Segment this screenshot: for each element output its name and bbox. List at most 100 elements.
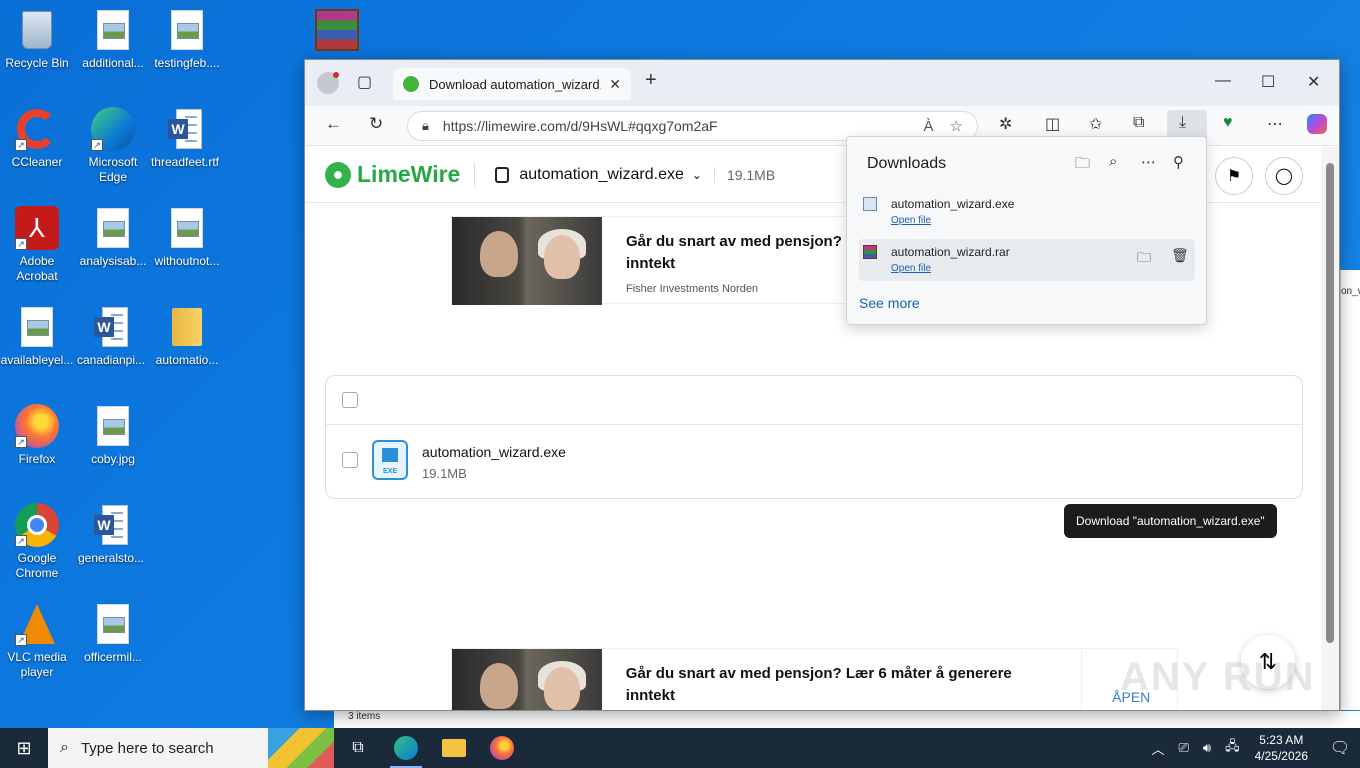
desktop-icon-label: coby.jpg xyxy=(91,452,135,466)
file-checkbox[interactable] xyxy=(342,452,358,468)
image-file-icon xyxy=(91,404,135,448)
winrar-icon xyxy=(315,8,359,52)
desktop-icon-vlc[interactable]: ↗ VLC media player xyxy=(0,602,74,680)
select-all-checkbox[interactable] xyxy=(342,392,358,408)
open-file-link[interactable]: Open file xyxy=(891,215,931,226)
limewire-logo[interactable]: LimeWire xyxy=(325,161,460,188)
downloads-more-icon[interactable]: ⋯ xyxy=(1141,153,1156,171)
taskbar-edge[interactable] xyxy=(382,728,430,768)
taskbar-file-explorer[interactable] xyxy=(430,728,478,768)
report-flag-button[interactable]: ⚑ xyxy=(1215,157,1253,195)
chevron-up-icon[interactable]: ︿ xyxy=(1151,739,1164,758)
show-in-folder-icon[interactable]: 🗀 xyxy=(1137,247,1151,271)
pin-icon[interactable]: ⚲ xyxy=(1173,153,1184,171)
word-document-icon: W xyxy=(89,305,133,349)
taskbar-search[interactable]: ⌕ Type here to search xyxy=(48,728,334,768)
anyrun-watermark: ANY RUN xyxy=(1120,655,1316,699)
desktop-icon-ccleaner[interactable]: ↗ CCleaner xyxy=(0,107,74,170)
image-file-icon xyxy=(165,206,209,250)
tab-close-icon[interactable]: ✕ xyxy=(609,76,621,93)
desktop-icon-availableyel[interactable]: availableyel... xyxy=(0,305,74,368)
file-title-dropdown[interactable]: automation_wizard.exe ⌄ xyxy=(495,166,702,184)
desktop-icon-officermil[interactable]: officermil... xyxy=(76,602,150,665)
chrome-icon: ↗ xyxy=(15,503,59,547)
desktop-icon-acrobat[interactable]: ⅄ ↗ Adobe Acrobat xyxy=(0,206,74,284)
desktop-icon-canadianpi[interactable]: W canadianpi... xyxy=(74,305,148,368)
network-icon[interactable]: 🖧 xyxy=(1225,737,1240,759)
refresh-icon[interactable]: ↻ xyxy=(369,114,383,134)
ad-image xyxy=(452,217,602,305)
collections-icon[interactable]: ⧉ xyxy=(1133,114,1144,132)
desktop-icon-analysisab[interactable]: analysisab... xyxy=(76,206,150,269)
taskbar-firefox[interactable] xyxy=(478,728,526,768)
desktop-icon-label: Adobe Acrobat xyxy=(16,254,58,283)
more-menu-icon[interactable]: ⋯ xyxy=(1267,114,1283,134)
desktop-icon-additional[interactable]: additional... xyxy=(76,8,150,71)
desktop-icon-withoutnot[interactable]: withoutnot... xyxy=(150,206,224,269)
maximize-button[interactable]: ☐ xyxy=(1261,72,1275,92)
file-title: automation_wizard.exe xyxy=(519,165,684,183)
tab-actions-icon[interactable]: ▢ xyxy=(357,72,372,92)
notifications-icon[interactable]: 🗨 xyxy=(1320,728,1360,768)
extensions-icon[interactable]: ✲ xyxy=(999,114,1012,134)
desktop-icon-winrar[interactable] xyxy=(300,8,374,56)
limewire-logo-icon xyxy=(325,161,351,188)
url-text[interactable]: https://limewire.com/d/9HsWL#qqxg7om2aF xyxy=(443,118,718,134)
desktop-icon-testingfeb[interactable]: testingfeb.... xyxy=(150,8,224,71)
volume-icon[interactable]: 🔊︎ xyxy=(1203,740,1211,756)
desktop-icon-chrome[interactable]: ↗ Google Chrome xyxy=(0,503,74,581)
search-downloads-icon[interactable]: ⌕ xyxy=(1109,153,1117,170)
minimize-button[interactable]: — xyxy=(1215,72,1231,90)
lock-icon[interactable]: 🔒︎ xyxy=(422,118,429,134)
split-screen-icon[interactable]: ◫ xyxy=(1045,114,1060,134)
desktop-icon-label: Google Chrome xyxy=(15,551,59,580)
desktop-icon-firefox[interactable]: ↗ Firefox xyxy=(0,404,74,467)
copilot-icon[interactable] xyxy=(1307,114,1327,134)
clock[interactable]: 5:23 AM 4/25/2026 xyxy=(1255,732,1308,764)
chat-bubble-icon: ◯ xyxy=(1275,168,1293,185)
desktop-icon-threadfeet[interactable]: W threadfeet.rtf xyxy=(148,107,222,170)
meet-now-icon[interactable]: ⎚ xyxy=(1179,740,1189,756)
start-button[interactable]: ⊞ xyxy=(0,728,48,768)
image-file-icon xyxy=(165,8,209,52)
new-tab-button[interactable]: + xyxy=(645,69,657,92)
brand-name: LimeWire xyxy=(357,161,461,187)
desktop-icon-label: testingfeb.... xyxy=(154,56,220,70)
background-window-edge: on_v xyxy=(1340,270,1360,710)
comment-button[interactable]: ◯ xyxy=(1265,157,1303,195)
desktop-icon-label: officermil... xyxy=(84,650,142,664)
open-file-link[interactable]: Open file xyxy=(891,263,931,274)
desktop-icon-generalsto[interactable]: W generalsto... xyxy=(74,503,148,566)
read-aloud-icon[interactable]: À xyxy=(924,118,934,135)
delete-trash-icon[interactable]: 🗑 xyxy=(1171,247,1189,264)
downloads-panel: Downloads 🗀 ⌕ ⋯ ⚲ automation_wizard.exe … xyxy=(846,136,1207,325)
scrollbar-thumb[interactable] xyxy=(1326,163,1334,643)
download-item-name: automation_wizard.rar xyxy=(891,245,1010,259)
download-icon[interactable]: ⤓ xyxy=(1179,114,1186,132)
desktop-icon-coby[interactable]: coby.jpg xyxy=(76,404,150,467)
desktop-icon-automatio-folder[interactable]: automatio... xyxy=(150,305,224,368)
ad-banner-bottom[interactable]: Går du snart av med pensjon? Lær 6 måter… xyxy=(451,648,1178,710)
desktop-icon-edge[interactable]: ↗ Microsoft Edge xyxy=(76,107,150,185)
back-arrow-icon[interactable]: ← xyxy=(325,114,342,134)
open-downloads-folder-icon[interactable]: 🗀 xyxy=(1075,153,1090,178)
browser-essentials-icon[interactable]: ♥ xyxy=(1223,114,1233,132)
page-scrollbar[interactable] xyxy=(1321,147,1339,710)
recycle-bin-icon xyxy=(15,8,59,52)
file-name[interactable]: automation_wizard.exe xyxy=(422,444,566,460)
favorite-star-icon[interactable]: ☆ xyxy=(950,117,963,135)
tab-download[interactable]: Download automation_wizard.exe ✕ xyxy=(393,68,631,100)
file-size: 19.1MB xyxy=(422,466,467,481)
task-view-button[interactable]: ⧉ xyxy=(334,728,382,768)
download-item[interactable]: automation_wizard.exe Open file xyxy=(859,191,1195,233)
firefox-icon xyxy=(490,736,514,760)
close-window-button[interactable]: ✕ xyxy=(1307,72,1320,92)
download-item[interactable]: automation_wizard.rar Open file 🗀 🗑 xyxy=(859,239,1195,281)
desktop-icon-label: VLC media player xyxy=(7,650,67,679)
ad-image xyxy=(452,649,602,710)
desktop-icon-recycle-bin[interactable]: Recycle Bin xyxy=(0,8,74,71)
see-more-link[interactable]: See more xyxy=(859,295,920,311)
desktop-icon-label: Recycle Bin xyxy=(5,56,69,70)
background-window-text: on_v xyxy=(1341,286,1360,297)
favorites-icon[interactable]: ✩ xyxy=(1089,114,1102,134)
